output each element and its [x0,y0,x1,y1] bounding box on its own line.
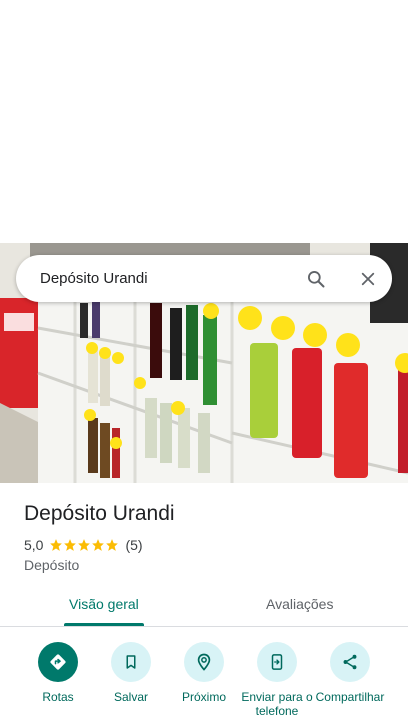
tab-reviews[interactable]: Avaliações [266,596,333,612]
send-to-phone-label: Enviar para o telefone [241,690,313,718]
nearby-circle[interactable] [184,642,224,682]
share-label: Compartilhar [315,690,385,704]
save-button[interactable]: Salvar [93,642,169,704]
clear-search-button[interactable] [354,265,382,293]
nearby-label: Próximo [181,690,226,704]
directions-circle[interactable] [38,642,78,682]
star-icon [78,539,91,551]
star-icon [92,539,105,551]
search-bar[interactable]: Depósito Urandi [16,255,392,302]
tab-overview[interactable]: Visão geral [69,596,139,612]
search-query-text[interactable]: Depósito Urandi [40,270,148,287]
directions-icon [50,654,66,670]
search-icon [308,271,325,288]
share-icon [343,654,357,670]
bookmark-icon [126,655,136,669]
star-icon [50,539,63,551]
place-title: Depósito Urandi [24,502,175,525]
star-icon [106,539,119,551]
nearby-button[interactable]: Próximo [166,642,242,704]
review-count[interactable]: (5) [125,537,142,553]
rating-value: 5,0 [24,537,44,553]
save-circle[interactable] [111,642,151,682]
send-to-phone-button[interactable]: Enviar para o telefone [239,642,315,718]
send-to-phone-icon [271,654,283,670]
directions-button[interactable]: Rotas [20,642,96,704]
star-icon [64,539,77,551]
send-to-phone-circle[interactable] [257,642,297,682]
map-area-blank [0,0,408,243]
save-label: Salvar [113,690,148,704]
search-button[interactable] [302,265,330,293]
share-circle[interactable] [330,642,370,682]
place-category: Depósito [24,557,80,573]
nearby-icon [197,653,211,671]
rating-row[interactable]: 5,0 (5) [24,537,143,553]
star-rating [49,538,119,552]
tabs-divider [0,626,408,627]
share-button[interactable]: Compartilhar [312,642,388,704]
directions-label: Rotas [42,690,74,704]
close-icon [361,272,375,286]
